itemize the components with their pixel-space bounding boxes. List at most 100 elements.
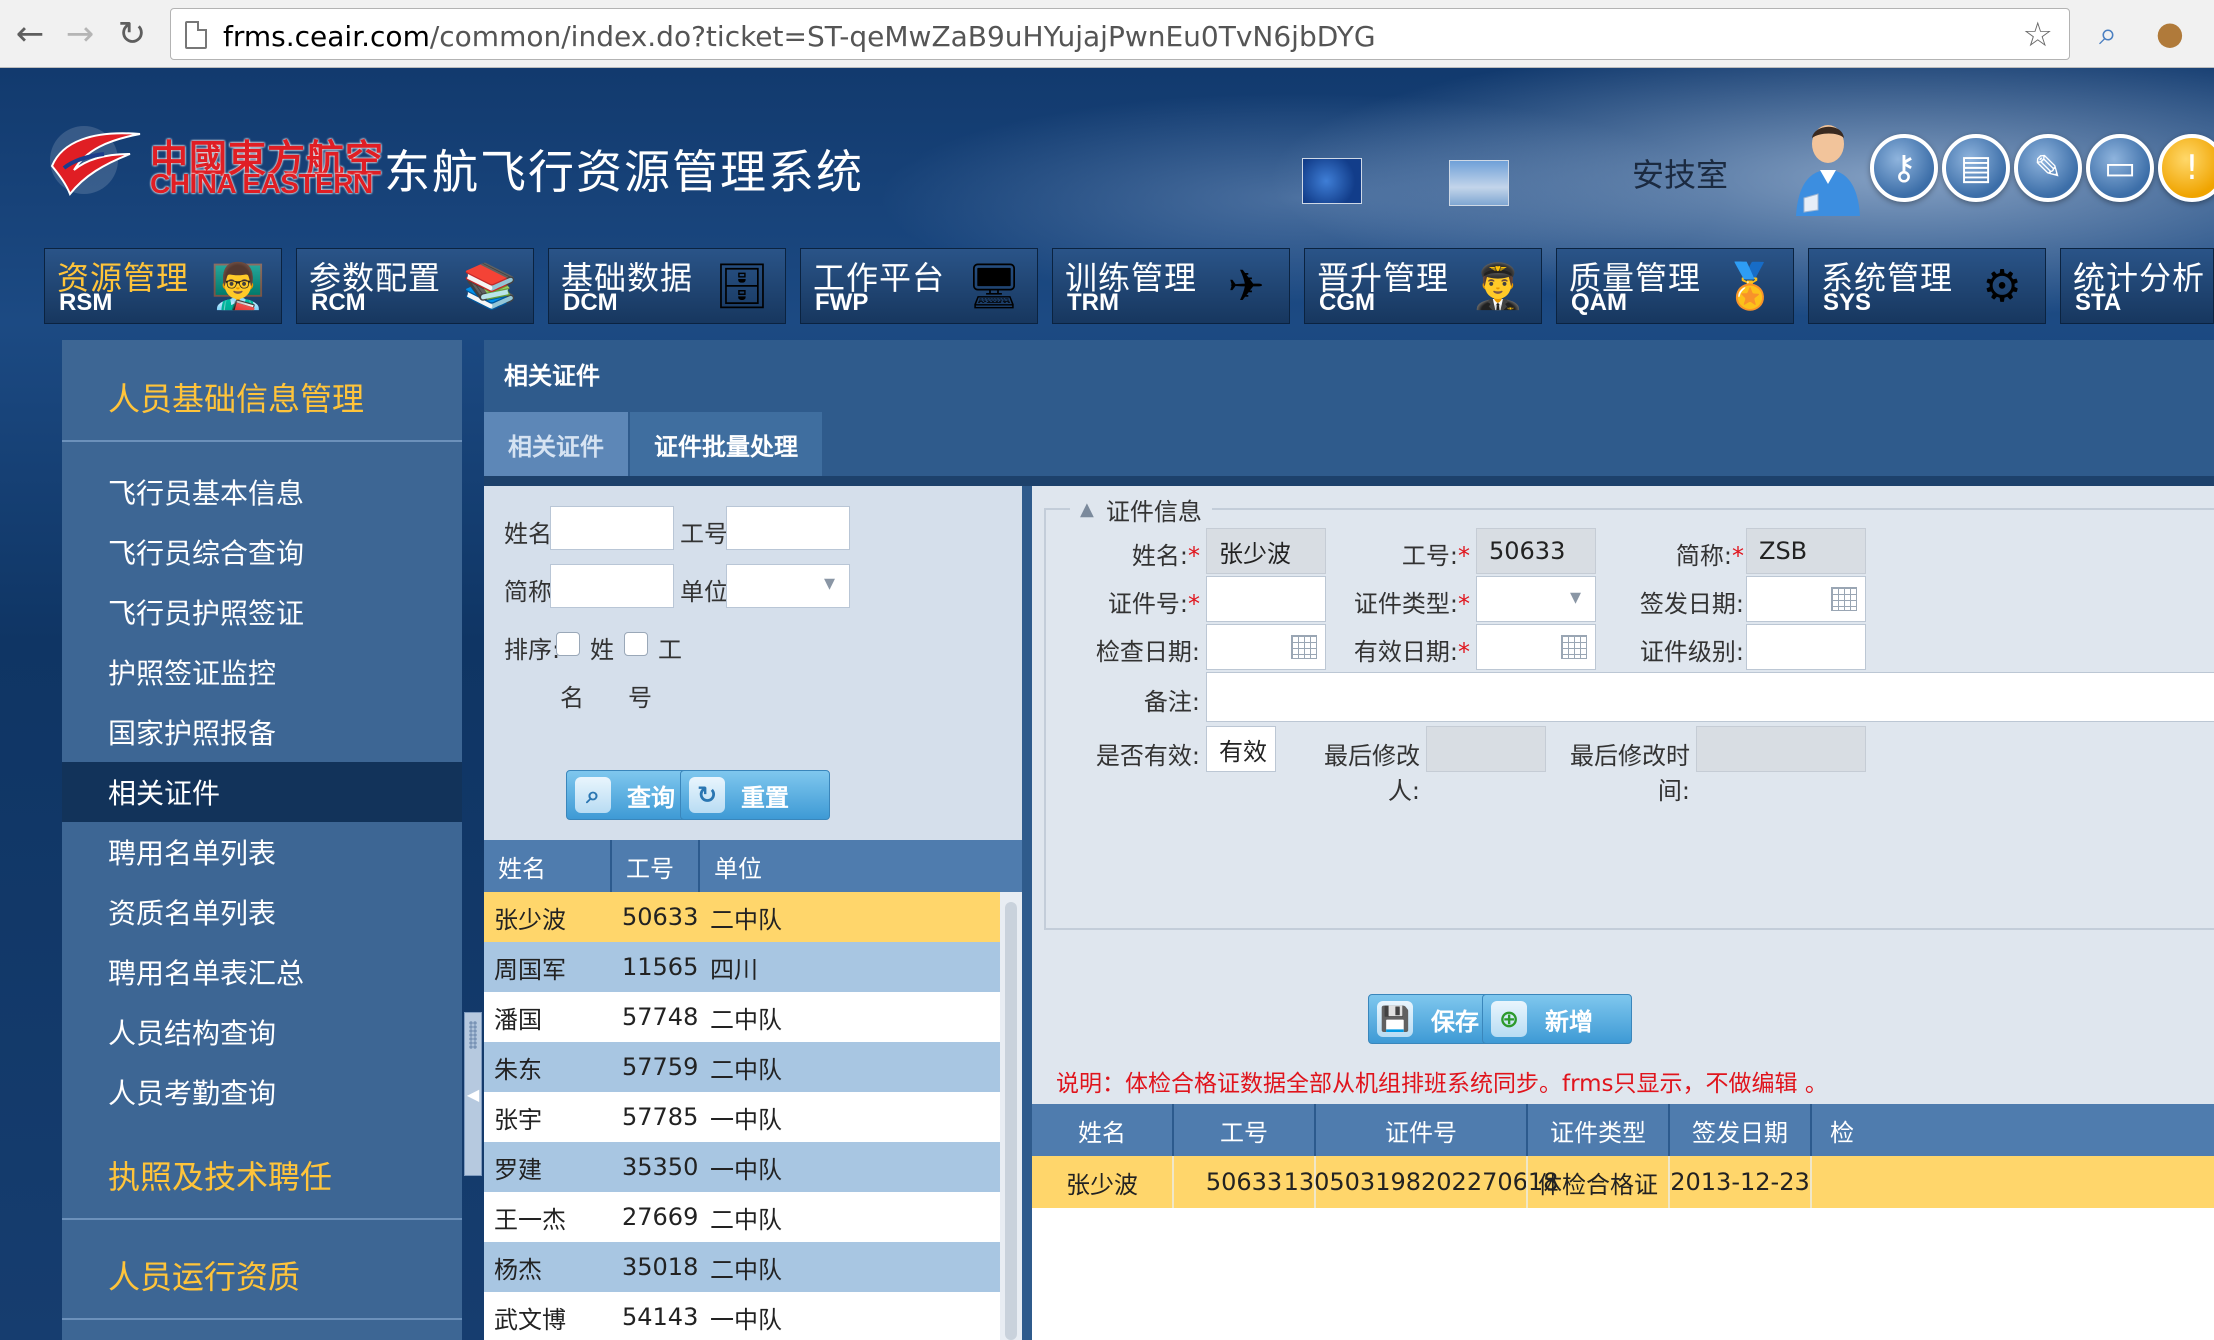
books-gear-icon: 📚 xyxy=(462,261,518,312)
check-date-input[interactable] xyxy=(1206,624,1326,670)
sky-thumbnail-icon[interactable] xyxy=(1449,160,1509,206)
module-sys[interactable]: 系统管理 SYS ⚙ xyxy=(1808,248,2046,324)
certno-label: 证件号:* xyxy=(1107,590,1200,618)
col-empno[interactable]: 工号 xyxy=(626,840,674,892)
forward-arrow-icon[interactable]: → xyxy=(56,10,104,58)
key-icon[interactable]: ⚷ xyxy=(1870,134,1938,202)
issue-date-input[interactable] xyxy=(1746,576,1866,622)
search-name-input[interactable] xyxy=(550,506,674,550)
sidebar-group-license[interactable]: 执照及技术聘任 xyxy=(62,1152,462,1198)
cell-empno: 54143 xyxy=(622,1303,699,1331)
sidebar-divider xyxy=(62,1318,462,1320)
grid-col-check[interactable]: 检 xyxy=(1812,1104,1872,1156)
sidebar-group-personnel-basic[interactable]: 人员基础信息管理 xyxy=(62,374,462,420)
sidebar-item-pilot-passport-visa[interactable]: 飞行员护照签证 xyxy=(62,582,462,642)
sort-by-name-checkbox[interactable] xyxy=(556,632,580,656)
collapse-triangle-icon[interactable]: ▲ xyxy=(1080,499,1094,520)
table-row[interactable]: 张宇 57785 一中队 xyxy=(484,1092,1000,1142)
module-trm[interactable]: 训练管理 TRM ✈ xyxy=(1052,248,1290,324)
fieldset-legend[interactable]: ▲ 证件信息 xyxy=(1070,492,1212,527)
reload-icon[interactable]: ↻ xyxy=(108,10,156,58)
module-sta[interactable]: 统计分析 STA xyxy=(2060,248,2214,324)
table-row[interactable]: 武文博 54143 一中队 xyxy=(484,1292,1000,1340)
computer-icon: 🖥 xyxy=(966,261,1022,312)
sidebar-item-national-passport[interactable]: 国家护照报备 xyxy=(62,702,462,762)
table-row[interactable]: 罗建 35350 一中队 xyxy=(484,1142,1000,1192)
search-abbr-input[interactable] xyxy=(550,564,674,608)
sidebar-item-passport-monitor[interactable]: 护照签证监控 xyxy=(62,642,462,702)
grid-col-certtype[interactable]: 证件类型 xyxy=(1528,1104,1668,1156)
calendar-icon[interactable] xyxy=(1561,635,1587,659)
sidebar-item-employment-summary[interactable]: 聘用名单表汇总 xyxy=(62,942,462,1002)
table-row[interactable]: 王一杰 27669 二中队 xyxy=(484,1192,1000,1242)
column-separator xyxy=(698,840,700,892)
module-cgm[interactable]: 晋升管理 CGM 👨‍✈️ xyxy=(1304,248,1542,324)
sidebar-item-related-certificates[interactable]: 相关证件 xyxy=(62,762,462,822)
sidebar-item-qualification-list[interactable]: 资质名单列表 xyxy=(62,882,462,942)
col-name[interactable]: 姓名 xyxy=(498,840,546,892)
grid-col-empno[interactable]: 工号 xyxy=(1174,1104,1314,1156)
tab-related-certificates[interactable]: 相关证件 xyxy=(484,412,628,476)
document-settings-icon[interactable]: ▤ xyxy=(1942,134,2010,202)
result-table-body: 张少波 50633 二中队 周国军 11565 四川 潘国 57748 二中队 xyxy=(484,892,1000,1340)
table-row[interactable]: 朱东 57759 二中队 xyxy=(484,1042,1000,1092)
sidebar-collapse-handle[interactable]: ◀ xyxy=(464,1012,482,1176)
table-row[interactable]: 周国军 11565 四川 xyxy=(484,942,1000,992)
warning-icon[interactable]: ! xyxy=(2158,134,2214,202)
calendar-icon[interactable] xyxy=(1831,587,1857,611)
module-rsm[interactable]: 资源管理 RSM 👨‍🏫 xyxy=(44,248,282,324)
col-unit[interactable]: 单位 xyxy=(714,840,762,892)
name-label: 姓名:* xyxy=(1131,542,1200,570)
address-bar[interactable]: frms.ceair.com/common/index.do?ticket=ST… xyxy=(170,8,2070,60)
back-arrow-icon[interactable]: ← xyxy=(6,10,54,58)
cell-empno: 50633 xyxy=(622,903,699,931)
result-scrollbar[interactable] xyxy=(1000,892,1022,1340)
valid-date-input[interactable] xyxy=(1476,624,1596,670)
bookmark-star-icon[interactable]: ☆ xyxy=(2023,15,2053,55)
grid-col-name[interactable]: 姓名 xyxy=(1032,1104,1172,1156)
sort-by-empno-checkbox[interactable] xyxy=(624,632,648,656)
reset-button[interactable]: ↻ 重置 xyxy=(680,770,830,820)
remark-input[interactable] xyxy=(1206,672,2214,722)
grid-col-issue-date[interactable]: 签发日期 xyxy=(1670,1104,1810,1156)
cert-level-input[interactable] xyxy=(1746,624,1866,670)
id-card-icon[interactable]: ▭ xyxy=(2086,134,2154,202)
grid-cell-certtype: 体检合格证 xyxy=(1538,1170,1658,1199)
certtype-select[interactable] xyxy=(1476,576,1596,622)
globe-thumbnail-icon[interactable] xyxy=(1302,158,1362,204)
certno-input[interactable] xyxy=(1206,576,1326,622)
module-qam[interactable]: 质量管理 QAM 🏅 xyxy=(1556,248,1794,324)
table-row[interactable]: 潘国 57748 二中队 xyxy=(484,992,1000,1042)
search-unit-select[interactable] xyxy=(726,564,850,608)
cell-unit: 一中队 xyxy=(710,1105,782,1134)
table-row[interactable]: 张少波 50633 二中队 xyxy=(484,892,1000,942)
cookie-icon[interactable]: ● xyxy=(2148,10,2192,56)
effective-select[interactable]: 有效 xyxy=(1206,726,1276,772)
grid-col-certno[interactable]: 证件号 xyxy=(1316,1104,1526,1156)
sidebar-item-structure-query[interactable]: 人员结构查询 xyxy=(62,1002,462,1062)
cell-empno: 57759 xyxy=(622,1053,699,1081)
table-row[interactable]: 杨杰 35018 二中队 xyxy=(484,1242,1000,1292)
sidebar-item-pilot-query[interactable]: 飞行员综合查询 xyxy=(62,522,462,582)
module-fwp[interactable]: 工作平台 FWP 🖥 xyxy=(800,248,1038,324)
database-icon: 🗄 xyxy=(714,261,770,312)
sidebar-item-pilot-basic-info[interactable]: 飞行员基本信息 xyxy=(62,462,462,522)
scrollbar-thumb[interactable] xyxy=(1005,902,1017,1340)
cell-empno: 35018 xyxy=(622,1253,699,1281)
table-row[interactable]: 张少波 50633 130503198202270618 体检合格证 2013-… xyxy=(1032,1156,2214,1208)
search-icon: ⌕ xyxy=(575,777,611,813)
tab-batch-processing[interactable]: 证件批量处理 xyxy=(630,412,822,476)
certificate-grid-header: 姓名 工号 证件号 证件类型 签发日期 检 xyxy=(1032,1104,2214,1156)
sidebar-item-attendance-query[interactable]: 人员考勤查询 xyxy=(62,1062,462,1122)
module-dcm[interactable]: 基础数据 DCM 🗄 xyxy=(548,248,786,324)
sidebar-group-operation-qualification[interactable]: 人员运行资质 xyxy=(62,1252,462,1298)
add-button[interactable]: ⊕ 新增 xyxy=(1482,994,1632,1044)
extension-magnifier-icon[interactable]: ⌕ xyxy=(2086,10,2130,56)
calendar-icon[interactable] xyxy=(1291,635,1317,659)
clipboard-icon[interactable]: ✎ xyxy=(2014,134,2082,202)
search-empno-input[interactable] xyxy=(726,506,850,550)
sidebar-item-employment-list[interactable]: 聘用名单列表 xyxy=(62,822,462,882)
module-rcm[interactable]: 参数配置 RCM 📚 xyxy=(296,248,534,324)
user-avatar-icon[interactable] xyxy=(1790,118,1862,218)
cell-unit: 二中队 xyxy=(710,905,782,934)
